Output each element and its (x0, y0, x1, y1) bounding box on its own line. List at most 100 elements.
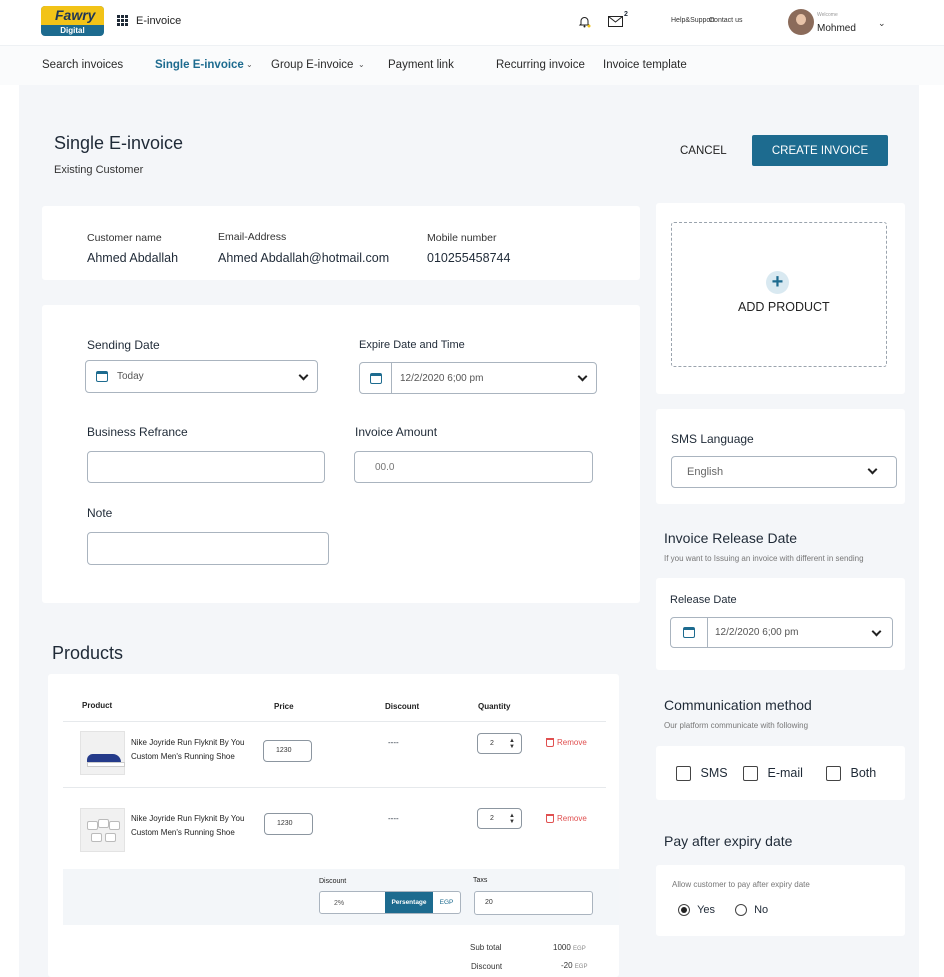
chevron-down-icon (298, 370, 309, 380)
calendar-icon (96, 371, 108, 382)
expire-date-value: 12/2/2020 6;00 pm (400, 372, 484, 384)
nav-bar (0, 45, 944, 85)
sms-language-value: English (687, 466, 724, 478)
nav-payment-link[interactable]: Payment link (388, 59, 454, 71)
both-checkbox-box[interactable] (826, 766, 841, 782)
contact-us-link[interactable]: Contact us (709, 17, 742, 24)
customer-mobile: 010255458744 (427, 251, 511, 265)
invoice-amount-input[interactable] (354, 451, 593, 483)
remove-button[interactable]: Remove (546, 738, 587, 748)
trash-icon (546, 814, 554, 824)
release-date-select[interactable]: 12/2/2020 6;00 pm (670, 617, 893, 648)
single-chevron-down-icon[interactable]: ⌄ (246, 60, 253, 69)
products-title: Products (52, 643, 124, 663)
spinner-arrows-icon[interactable]: ▲ ▼ (509, 813, 515, 825)
sock-image (109, 821, 120, 830)
product-name-line1: Nike Joyride Run Flyknit By You (131, 814, 245, 823)
discount-input-group[interactable]: 2% Persentage EGP (319, 891, 461, 914)
invoice-amount-label: Invoice Amount (355, 425, 438, 439)
nav-recurring-invoice[interactable]: Recurring invoice (496, 59, 585, 71)
email-checkbox[interactable]: E-mail (743, 766, 803, 782)
no-label: No (754, 904, 769, 916)
expire-date-label: Expire Date and Time (359, 339, 465, 351)
product-image (80, 731, 125, 775)
note-input[interactable] (87, 532, 329, 565)
calendar-icon (683, 627, 695, 638)
sms-checkbox-box[interactable] (676, 766, 691, 782)
sms-checkbox[interactable]: SMS (676, 766, 728, 782)
release-date-subtitle: If you want to Issuing an invoice with d… (664, 554, 864, 563)
cancel-button[interactable]: CANCEL (680, 145, 727, 157)
add-product-dropzone[interactable] (671, 222, 887, 367)
customer-name-label: Customer name (87, 232, 162, 244)
sms-label: SMS (700, 766, 728, 780)
nav-invoice-template[interactable]: Invoice template (603, 59, 687, 71)
group-chevron-down-icon[interactable]: ⌄ (358, 60, 365, 69)
total-discount-value: -20 EGP (561, 961, 587, 970)
yes-radio-circle[interactable] (678, 904, 690, 917)
spinner-arrows-icon[interactable]: ▲ ▼ (509, 738, 515, 750)
release-calendar-box (671, 618, 708, 647)
pay-after-expiry-subtitle: Allow customer to pay after expiry date (672, 880, 810, 889)
discount-unit: EGP (574, 964, 588, 970)
th-price: Price (274, 702, 294, 711)
egp-toggle[interactable]: EGP (433, 892, 460, 913)
fawry-logo[interactable]: Fawry Digital (41, 6, 104, 36)
sending-date-value: Today (117, 371, 144, 382)
expire-date-select[interactable]: 12/2/2020 6;00 pm (359, 362, 597, 394)
pay-after-expiry-title: Pay after expiry date (664, 833, 793, 849)
business-reference-input[interactable] (87, 451, 325, 483)
email-label: E-mail (767, 766, 803, 780)
sending-date-label: Sending Date (87, 338, 160, 352)
price-input[interactable]: 1230 (264, 813, 313, 835)
release-date-label: Release Date (670, 594, 737, 606)
user-name[interactable]: Mohmed (817, 23, 856, 34)
sending-date-select[interactable]: Today (85, 360, 318, 393)
communication-subtitle: Our platform communicate with following (664, 721, 809, 730)
trash-icon (546, 738, 554, 748)
app-title: E-invoice (136, 15, 182, 27)
nav-search-invoices[interactable]: Search invoices (42, 59, 123, 71)
sms-language-select[interactable]: English (671, 456, 897, 488)
no-radio[interactable]: No (735, 904, 769, 917)
add-product-label[interactable]: ADD PRODUCT (738, 300, 830, 314)
avatar[interactable] (788, 9, 814, 35)
apps-grid-icon[interactable] (117, 15, 128, 26)
both-checkbox[interactable]: Both (826, 766, 876, 782)
no-radio-circle[interactable] (735, 904, 747, 917)
product-name-line1: Nike Joyride Run Flyknit By You (131, 738, 245, 747)
product-name: Nike Joyride Run Flyknit By You Custom Me… (131, 812, 244, 840)
mail-icon[interactable] (608, 16, 623, 27)
price-input[interactable]: 1230 (263, 740, 312, 762)
quantity-stepper[interactable]: 2 ▲ ▼ (477, 733, 522, 754)
yes-radio[interactable]: Yes (678, 904, 715, 917)
subtotal-value: 1000 EGP (553, 943, 586, 952)
row-divider (63, 787, 606, 788)
plus-icon[interactable]: + (766, 271, 789, 294)
page-title: Single E-invoice (54, 133, 184, 153)
release-date-value: 12/2/2020 6;00 pm (715, 627, 799, 638)
discount-label: Discount (319, 878, 347, 885)
chevron-down-icon (577, 371, 588, 382)
expire-calendar-box (360, 363, 392, 393)
chevron-down-icon (871, 626, 882, 636)
logo-bottom-text: Digital (60, 26, 85, 35)
email-checkbox-box[interactable] (743, 766, 758, 782)
calendar-icon (369, 372, 382, 384)
mail-badge: 2 (624, 11, 628, 18)
percentage-toggle[interactable]: Persentage (385, 892, 433, 913)
subtotal-amount: 1000 (553, 943, 571, 952)
user-menu-chevron-down-icon[interactable]: ⌄ (878, 18, 886, 29)
logo-top-text: Fawry (41, 6, 104, 25)
product-discount: ---- (388, 738, 399, 747)
bell-icon[interactable] (578, 15, 591, 28)
nav-group-e-invoice[interactable]: Group E-invoice (271, 59, 353, 71)
remove-button[interactable]: Remove (546, 814, 587, 824)
quantity-stepper[interactable]: 2 ▲ ▼ (477, 808, 522, 829)
nav-single-e-invoice[interactable]: Single E-invoice (155, 59, 244, 71)
discount-value[interactable]: 2% (320, 892, 385, 913)
business-reference-label: Business Refrance (87, 425, 188, 439)
quantity-value: 2 (490, 815, 494, 822)
taxs-input[interactable]: 20 (474, 891, 593, 915)
create-invoice-button[interactable]: CREATE INVOICE (752, 135, 888, 166)
